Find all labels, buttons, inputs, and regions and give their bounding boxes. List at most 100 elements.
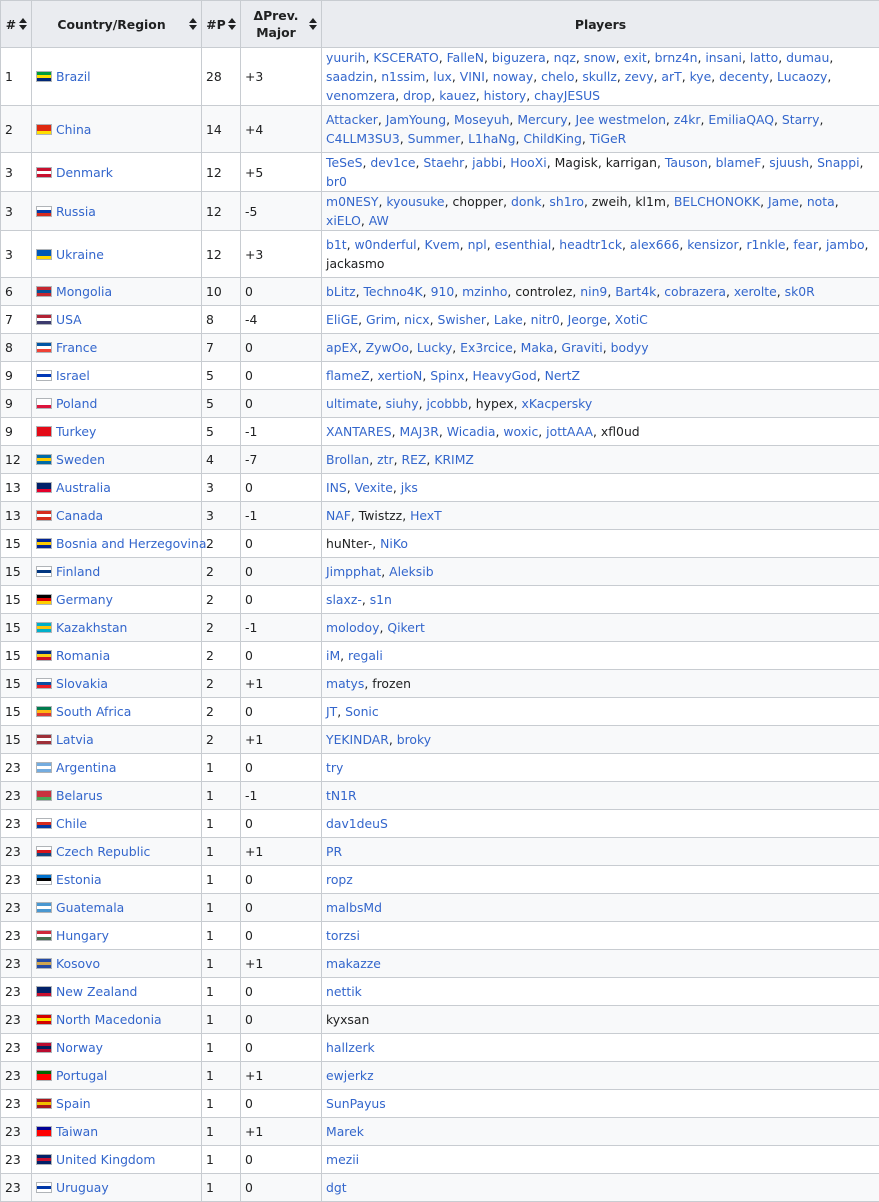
country-link[interactable]: Belarus: [56, 788, 103, 803]
delta-column-header[interactable]: ΔPrev. Major: [241, 1, 322, 48]
player-name[interactable]: exit: [624, 50, 647, 65]
player-name[interactable]: kyousuke: [386, 194, 444, 209]
player-name[interactable]: JT: [326, 704, 337, 719]
player-name[interactable]: Tauson: [665, 155, 708, 170]
country-link[interactable]: Spain: [56, 1096, 91, 1111]
player-name[interactable]: PR: [326, 844, 342, 859]
country-link[interactable]: North Macedonia: [56, 1012, 162, 1027]
player-name[interactable]: flameZ: [326, 368, 370, 383]
player-name[interactable]: KRIMZ: [434, 452, 474, 467]
player-name[interactable]: JamYoung: [386, 112, 446, 127]
player-name[interactable]: Ex3rcice: [460, 340, 513, 355]
player-name[interactable]: yuurih: [326, 50, 365, 65]
country-link[interactable]: Czech Republic: [56, 844, 150, 859]
player-name[interactable]: chelo: [541, 69, 574, 84]
country-link[interactable]: Finland: [56, 564, 100, 579]
country-link[interactable]: Poland: [56, 396, 97, 411]
country-link[interactable]: Uruguay: [56, 1180, 109, 1195]
player-name[interactable]: nicx: [404, 312, 429, 327]
player-name[interactable]: ropz: [326, 872, 353, 887]
player-name[interactable]: drop: [403, 88, 431, 103]
player-name[interactable]: alex666: [630, 237, 679, 252]
player-name[interactable]: C4LLM3SU3: [326, 131, 400, 146]
player-name[interactable]: Kvem: [425, 237, 460, 252]
player-name[interactable]: hallzerk: [326, 1040, 375, 1055]
country-link[interactable]: Canada: [56, 508, 103, 523]
player-name[interactable]: Summer: [408, 131, 461, 146]
rank-column-header[interactable]: #: [1, 1, 32, 48]
country-link[interactable]: Australia: [56, 480, 111, 495]
player-name[interactable]: molodoy: [326, 620, 379, 635]
player-name[interactable]: INS: [326, 480, 347, 495]
player-name[interactable]: Grim: [366, 312, 396, 327]
player-name[interactable]: Jimpphat: [326, 564, 381, 579]
player-name[interactable]: Lucaozy: [777, 69, 827, 84]
player-name[interactable]: xerolte: [734, 284, 777, 299]
country-link[interactable]: Denmark: [56, 165, 113, 180]
player-name[interactable]: 910: [431, 284, 455, 299]
player-name[interactable]: torzsi: [326, 928, 360, 943]
player-name[interactable]: siuhy: [386, 396, 419, 411]
player-name[interactable]: TeSeS: [326, 155, 362, 170]
player-name[interactable]: esenthial: [495, 237, 552, 252]
country-link[interactable]: Argentina: [56, 760, 116, 775]
player-name[interactable]: nqz: [554, 50, 576, 65]
player-name[interactable]: cobrazera: [664, 284, 726, 299]
player-name[interactable]: matys: [326, 676, 364, 691]
player-name[interactable]: YEKINDAR: [326, 732, 389, 747]
player-name[interactable]: kensizor: [687, 237, 738, 252]
country-link[interactable]: Portugal: [56, 1068, 107, 1083]
player-name[interactable]: woxic: [503, 424, 538, 439]
player-name[interactable]: ewjerkz: [326, 1068, 374, 1083]
country-link[interactable]: Kazakhstan: [56, 620, 127, 635]
country-link[interactable]: Slovakia: [56, 676, 108, 691]
player-name[interactable]: noway: [493, 69, 534, 84]
player-name[interactable]: m0NESY: [326, 194, 379, 209]
player-name[interactable]: MAJ3R: [400, 424, 439, 439]
player-name[interactable]: nettik: [326, 984, 362, 999]
sort-icon[interactable]: [19, 18, 27, 30]
player-name[interactable]: Starry: [782, 112, 820, 127]
player-name[interactable]: SunPayus: [326, 1096, 386, 1111]
country-link[interactable]: Ukraine: [56, 247, 104, 262]
country-column-header[interactable]: Country/Region: [32, 1, 202, 48]
player-name[interactable]: bLitz: [326, 284, 356, 299]
player-name[interactable]: venomzera: [326, 88, 395, 103]
player-name[interactable]: decenty: [719, 69, 769, 84]
player-name[interactable]: makazze: [326, 956, 381, 971]
player-name[interactable]: history: [484, 88, 527, 103]
player-name[interactable]: HeavyGod: [472, 368, 536, 383]
player-name[interactable]: latto: [750, 50, 778, 65]
player-name[interactable]: Mercury: [517, 112, 567, 127]
player-name[interactable]: TiGeR: [590, 131, 626, 146]
country-link[interactable]: Taiwan: [56, 1124, 98, 1139]
country-link[interactable]: Kosovo: [56, 956, 100, 971]
country-link[interactable]: Sweden: [56, 452, 105, 467]
player-name[interactable]: Lake: [494, 312, 523, 327]
player-name[interactable]: xKacpersky: [521, 396, 592, 411]
player-name[interactable]: s1n: [370, 592, 392, 607]
sort-icon[interactable]: [228, 18, 236, 30]
player-name[interactable]: sjuush: [769, 155, 809, 170]
country-link[interactable]: Bosnia and Herzegovina: [56, 536, 206, 551]
player-name[interactable]: Jame: [768, 194, 799, 209]
player-name[interactable]: npl: [468, 237, 487, 252]
player-name[interactable]: xertioN: [377, 368, 422, 383]
player-name[interactable]: biguzera: [492, 50, 546, 65]
country-link[interactable]: China: [56, 122, 91, 137]
country-link[interactable]: USA: [56, 312, 82, 327]
player-name[interactable]: lux: [433, 69, 452, 84]
player-name[interactable]: chayJESUS: [534, 88, 600, 103]
player-name[interactable]: Graviti: [561, 340, 602, 355]
player-name[interactable]: bodyy: [611, 340, 649, 355]
player-name[interactable]: L1haNg: [468, 131, 515, 146]
player-name[interactable]: apEX: [326, 340, 358, 355]
player-name[interactable]: HexT: [410, 508, 442, 523]
player-name[interactable]: Vexite: [355, 480, 393, 495]
player-name[interactable]: arT: [661, 69, 681, 84]
player-name[interactable]: skullz: [582, 69, 617, 84]
player-name[interactable]: EliGE: [326, 312, 358, 327]
player-name[interactable]: Brollan: [326, 452, 369, 467]
player-name[interactable]: dav1deuS: [326, 816, 388, 831]
player-name[interactable]: zevy: [625, 69, 654, 84]
